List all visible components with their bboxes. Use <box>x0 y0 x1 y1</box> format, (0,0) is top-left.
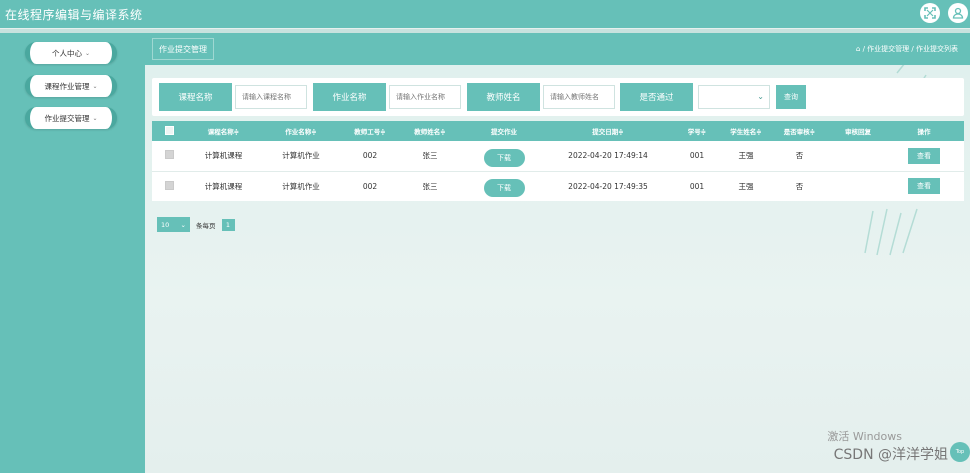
sidebar-item-label: 作业提交管理 <box>44 113 90 123</box>
cell-student-id: 001 <box>689 151 705 161</box>
cell-reviewed: 否 <box>767 170 832 201</box>
column-header: 提交作业 <box>491 128 517 136</box>
pagination: 10 ⌄ 条每页 1 <box>157 217 235 232</box>
chevron-down-icon: ⌄ <box>92 114 98 122</box>
fullscreen-icon[interactable] <box>920 3 940 23</box>
sidebar-item-label: 课程作业管理 <box>44 81 90 91</box>
submission-table: 课程名称≑ 作业名称≑ 教师工号≑ 教师姓名≑ 提交作业 提交日期≑ 学号≑ 学… <box>152 121 964 201</box>
chevron-down-icon: ⌄ <box>92 82 98 90</box>
column-header[interactable]: 是否审核≑ <box>767 121 832 141</box>
column-header[interactable]: 教师姓名≑ <box>399 121 461 141</box>
cell-student-id: 001 <box>669 170 725 201</box>
page-number-button[interactable]: 1 <box>221 218 235 231</box>
column-header[interactable]: 教师工号≑ <box>341 121 399 141</box>
view-button[interactable]: 查看 <box>908 178 940 195</box>
homework-name-label: 作业名称 <box>313 83 386 111</box>
sidebar-item-personal-center[interactable]: 个人中心 ⌄ <box>25 42 117 64</box>
sidebar-item-course-homework[interactable]: 课程作业管理 ⌄ <box>25 75 117 97</box>
cell-course: 计算机课程 <box>204 151 243 161</box>
column-header: 操作 <box>917 128 931 136</box>
column-header: 审核回复 <box>845 128 871 136</box>
column-header[interactable]: 学号≑ <box>669 121 725 141</box>
cell-homework: 计算机作业 <box>261 170 341 201</box>
table-row: 计算机课程 计算机作业 002 张三 下载 2022-04-20 17:49:3… <box>152 170 964 201</box>
cell-reply <box>832 141 884 171</box>
breadcrumb-bar: 作业提交管理 ⌂ / 作业提交管理 / 作业提交列表 <box>145 33 970 65</box>
cell-course: 计算机课程 <box>186 170 261 201</box>
column-header[interactable]: 课程名称≑ <box>186 121 261 141</box>
table-header-row: 课程名称≑ 作业名称≑ 教师工号≑ 教师姓名≑ 提交作业 提交日期≑ 学号≑ 学… <box>152 121 964 141</box>
pass-status-select[interactable]: ⌄ <box>698 85 770 109</box>
view-button[interactable]: 查看 <box>908 147 940 164</box>
teacher-name-label: 教师姓名 <box>467 83 540 111</box>
search-panel: 课程名称 作业名称 教师姓名 是否通过 ⌄ 查询 <box>152 78 964 116</box>
cell-reply <box>832 170 884 201</box>
cell-teacher-id: 002 <box>362 151 378 161</box>
app-title: 在线程序编辑与编译系统 <box>5 7 143 22</box>
cell-date: 2022-04-20 17:49:14 <box>568 151 648 161</box>
row-checkbox[interactable] <box>164 180 174 190</box>
sidebar-item-label: 个人中心 <box>51 48 82 58</box>
chevron-down-icon: ⌄ <box>84 49 91 57</box>
csdn-watermark: CSDN @洋洋学姐 <box>833 447 948 463</box>
sidebar: 个人中心 ⌄ 课程作业管理 ⌄ 作业提交管理 ⌄ <box>0 33 145 473</box>
select-all-checkbox[interactable] <box>164 125 174 135</box>
page-size-value: 10 <box>161 220 170 229</box>
column-header[interactable]: 提交日期≑ <box>547 121 669 141</box>
per-page-label: 条每页 <box>196 221 216 230</box>
cell-homework: 计算机作业 <box>282 151 320 161</box>
table-row: 计算机课程 计算机作业 002 张三 下载 2022-04-20 17:49:1… <box>152 141 964 171</box>
home-icon[interactable]: ⌂ <box>856 45 860 53</box>
chevron-down-icon: ⌄ <box>757 92 764 101</box>
row-checkbox[interactable] <box>164 150 174 160</box>
pass-status-label: 是否通过 <box>620 83 693 111</box>
breadcrumb-path: / 作业提交管理 / 作业提交列表 <box>862 45 958 53</box>
windows-activation-watermark: 激活 Windows <box>827 430 902 443</box>
user-icon[interactable] <box>948 3 968 23</box>
page-size-select[interactable]: 10 ⌄ <box>157 217 190 232</box>
cell-teacher-name: 张三 <box>422 151 438 161</box>
breadcrumb: ⌂ / 作业提交管理 / 作业提交列表 <box>856 44 958 54</box>
download-button[interactable]: 下载 <box>483 179 525 198</box>
cell-teacher-id: 002 <box>341 170 399 201</box>
tab-homework-submission[interactable]: 作业提交管理 <box>152 38 214 60</box>
cell-date: 2022-04-20 17:49:35 <box>547 170 669 201</box>
download-button[interactable]: 下载 <box>483 148 525 167</box>
homework-name-input[interactable] <box>389 85 461 109</box>
teacher-name-input[interactable] <box>543 85 615 109</box>
query-button[interactable]: 查询 <box>776 85 806 109</box>
cell-student-name: 王强 <box>725 170 767 201</box>
column-header[interactable]: 学生姓名≑ <box>725 121 767 141</box>
back-to-top-button[interactable]: Top <box>950 442 970 462</box>
sidebar-item-homework-submission[interactable]: 作业提交管理 ⌄ <box>25 107 117 129</box>
column-header[interactable]: 作业名称≑ <box>261 121 341 141</box>
cell-reviewed: 否 <box>795 151 804 161</box>
top-header: 在线程序编辑与编译系统 <box>0 0 970 28</box>
chevron-down-icon: ⌄ <box>180 220 186 229</box>
cell-teacher-name: 张三 <box>399 170 461 201</box>
main-content: 作业提交管理 ⌂ / 作业提交管理 / 作业提交列表 课程名称 作业名称 教师姓… <box>145 33 970 473</box>
cell-student-name: 王强 <box>738 151 754 161</box>
course-name-input[interactable] <box>235 85 307 109</box>
course-name-label: 课程名称 <box>159 83 232 111</box>
